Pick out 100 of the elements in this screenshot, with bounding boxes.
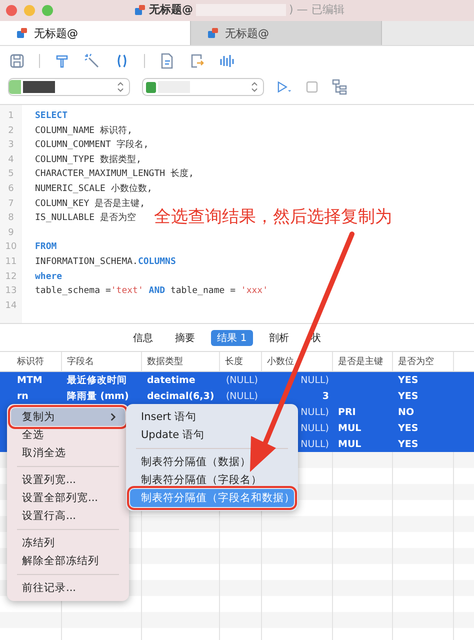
table-row[interactable]: MTM 最近修改时间 datetime (NULL) NULL) YES: [0, 372, 474, 388]
table-row[interactable]: rn 降雨量 (mm) decimal(6,3) (NULL) 3 YES: [0, 388, 474, 404]
line-number: 5: [7, 168, 15, 182]
save-icon[interactable]: [9, 53, 25, 69]
code-line: FROM: [35, 242, 57, 252]
window-title: 无标题@: [149, 2, 193, 17]
stop-icon[interactable]: [304, 79, 320, 95]
menu-item[interactable]: 设置全部列宽...: [11, 489, 125, 507]
code-line: COLUMN_KEY 是否是主键,: [35, 198, 146, 209]
table-cell: 3: [322, 390, 329, 402]
table-cell: YES: [398, 390, 418, 402]
result-tab[interactable]: 摘要: [169, 330, 202, 346]
table-cell: rn: [17, 390, 28, 402]
line-number: 9: [7, 226, 15, 240]
updown-icon: [117, 82, 124, 92]
table-cell: YES: [398, 374, 418, 386]
close-button[interactable]: [6, 5, 17, 16]
annotation-text: 全选查询结果，然后选择复制为: [154, 206, 392, 228]
code-line: COLUMN_TYPE 数据类型,: [35, 154, 142, 165]
database-select[interactable]: [142, 78, 264, 96]
column-header[interactable]: 是否是主键: [333, 352, 393, 371]
redaction: [23, 81, 55, 93]
table-cell: NULL): [300, 374, 329, 386]
code-line: COLUMN_NAME 标识符,: [35, 126, 132, 136]
code-line: IS_NULLABLE 是否为空: [35, 213, 136, 224]
column-header[interactable]: 数据类型: [142, 352, 220, 371]
database-icon: [134, 4, 146, 16]
line-number: 12: [4, 270, 18, 284]
chart-icon[interactable]: [219, 53, 235, 69]
explain-icon[interactable]: [332, 79, 348, 95]
line-number: 14: [4, 300, 18, 313]
column-header[interactable]: 小数位: [262, 352, 333, 371]
table-cell: NULL): [300, 406, 329, 418]
document-icon[interactable]: [159, 53, 175, 69]
line-number: 8: [7, 212, 15, 226]
code-line: INFORMATION_SCHEMA.COLUMNS: [35, 256, 176, 267]
table-cell: MUL: [338, 438, 362, 450]
database-icon: [146, 82, 156, 92]
column-header[interactable]: 长度: [220, 352, 262, 371]
connection-select[interactable]: [8, 78, 130, 96]
table-cell: NO: [398, 406, 414, 418]
menu-item[interactable]: Update 语句: [130, 426, 294, 444]
table-cell: PRI: [338, 406, 356, 418]
table-cell: decimal(6,3): [147, 390, 214, 402]
updown-icon: [251, 82, 258, 92]
code-line: COLUMN_COMMENT 字段名,: [35, 140, 149, 150]
line-number: 11: [4, 256, 18, 269]
result-tab[interactable]: 结果 1: [211, 330, 253, 346]
menu-item[interactable]: 全选: [11, 426, 125, 444]
table-cell: NULL): [300, 438, 329, 450]
menu-item[interactable]: 复制为: [11, 408, 125, 426]
document-tab[interactable]: 无标题@: [0, 21, 191, 45]
result-tab[interactable]: 剖析: [262, 330, 295, 346]
code-line: where: [35, 272, 62, 282]
code-line: SELECT: [35, 111, 68, 121]
run-icon[interactable]: [276, 79, 292, 95]
magic-wand-icon[interactable]: [84, 53, 100, 69]
document-tab[interactable]: 无标题@: [191, 21, 382, 45]
menu-item[interactable]: 制表符分隔值（数据）: [130, 453, 294, 471]
database-icon: [16, 27, 28, 39]
code-line: table_schema ='text' AND table_name = 'xxx': [35, 286, 268, 296]
table-cell: MTM: [17, 374, 42, 386]
column-header[interactable]: 字段名: [62, 352, 142, 371]
line-number: 6: [7, 182, 15, 196]
menu-item[interactable]: 取消全选: [11, 444, 125, 462]
table-cell: (NULL): [226, 374, 258, 386]
result-tab[interactable]: 状: [304, 330, 327, 346]
line-number: 2: [7, 124, 15, 138]
table-cell: 最近修改时间: [67, 374, 127, 386]
code-line: NUMERIC_SCALE 小数位数,: [35, 184, 152, 194]
line-number: 13: [4, 285, 18, 298]
zoom-button[interactable]: [42, 5, 53, 16]
table-cell: YES: [398, 422, 418, 434]
line-number: 7: [7, 198, 15, 211]
result-tab[interactable]: 信息: [127, 330, 160, 346]
column-header[interactable]: 标识符: [12, 352, 62, 371]
menu-item[interactable]: 解除全部冻结列: [11, 552, 125, 570]
menu-item[interactable]: 制表符分隔值（字段名）: [130, 471, 294, 489]
line-number: 10: [4, 241, 18, 254]
table-cell: (NULL): [226, 390, 258, 402]
chevron-icon: [109, 412, 117, 422]
database-icon: [207, 27, 219, 39]
table-cell: YES: [398, 438, 418, 450]
table-cell: 降雨量 (mm): [67, 390, 129, 402]
connection-icon: [9, 80, 21, 94]
menu-item[interactable]: 冻结列: [11, 534, 125, 552]
line-number: 3: [7, 139, 15, 152]
table-cell: MUL: [338, 422, 362, 434]
menu-item[interactable]: 设置行高...: [11, 507, 125, 525]
menu-item[interactable]: 前往记录...: [11, 579, 125, 597]
menu-item[interactable]: 设置列宽...: [11, 471, 125, 489]
line-number: 1: [7, 110, 15, 123]
column-header[interactable]: 是否为空: [393, 352, 454, 371]
table-cell: datetime: [147, 374, 196, 386]
edited-status: ) — 已编辑: [289, 2, 344, 17]
export-icon[interactable]: [189, 53, 205, 69]
table-cell: NULL): [300, 422, 329, 434]
line-number: 4: [7, 154, 15, 167]
menu-item[interactable]: Insert 语句: [130, 408, 294, 426]
code-line: CHARACTER_MAXIMUM_LENGTH 长度,: [35, 169, 194, 180]
